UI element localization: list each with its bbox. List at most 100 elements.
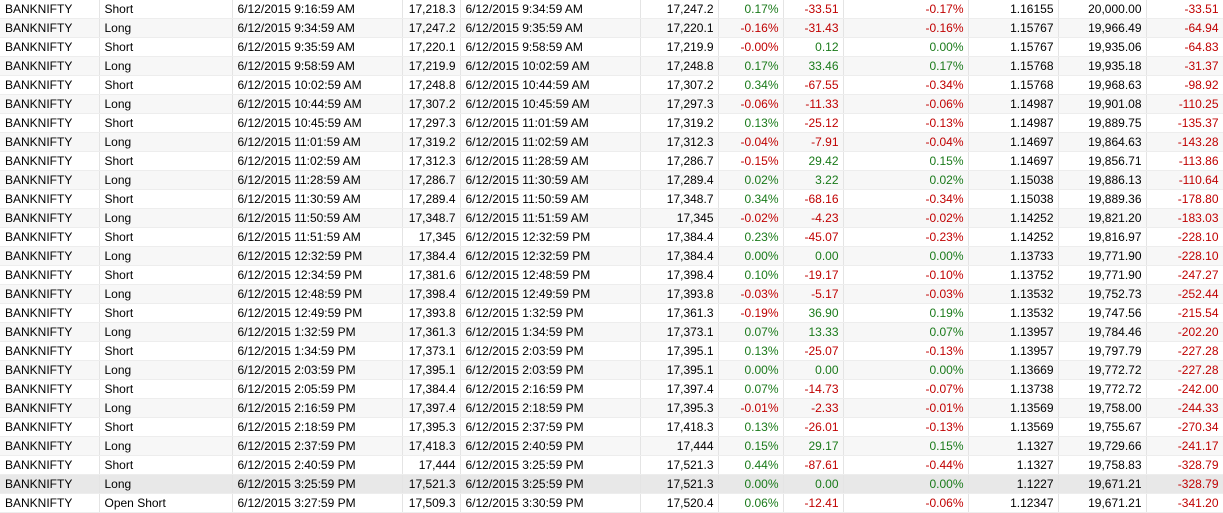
table-row[interactable]: BANKNIFTY Long 6/12/2015 11:01:59 AM 17,319… <box>0 132 1223 152</box>
quantity-cell: 1.15038 <box>968 170 1059 190</box>
quantity-cell: 1.14697 <box>968 132 1059 152</box>
entry-price-cell: 17,289.4 <box>402 189 461 209</box>
table-row[interactable]: BANKNIFTY Short 6/12/2015 9:35:59 AM 17,220… <box>0 37 1223 57</box>
table-row[interactable]: BANKNIFTY Long 6/12/2015 11:28:59 AM 17,286… <box>0 170 1223 190</box>
profit-cell: -5.17 <box>783 284 844 304</box>
exit-time-cell: 6/12/2015 11:01:59 AM <box>460 113 641 133</box>
cumulative-profit-cell: -328.79 <box>1146 474 1223 494</box>
entry-time-cell: 6/12/2015 11:02:59 AM <box>232 151 403 171</box>
change-percent-cell: -0.19% <box>718 303 784 323</box>
quantity-cell: 1.13532 <box>968 303 1059 323</box>
equity-cell: 19,889.75 <box>1058 113 1147 133</box>
table-row[interactable]: BANKNIFTY Long 6/12/2015 9:34:59 AM 17,247.… <box>0 18 1223 38</box>
instrument-cell: BANKNIFTY <box>0 37 100 57</box>
table-row[interactable]: BANKNIFTY Long 6/12/2015 3:25:59 PM 17,521.… <box>0 474 1223 494</box>
exit-price-cell: 17,220.1 <box>640 18 719 38</box>
change-percent-cell: 0.17% <box>718 56 784 76</box>
table-row[interactable]: BANKNIFTY Short 6/12/2015 11:30:59 AM 17,28… <box>0 189 1223 209</box>
entry-price-cell: 17,345 <box>402 227 461 247</box>
table-row[interactable]: BANKNIFTY Short 6/12/2015 1:34:59 PM 17,373… <box>0 341 1223 361</box>
profit-cell: -7.91 <box>783 132 844 152</box>
cumulative-profit-cell: -33.51 <box>1146 0 1223 19</box>
position-cell: Short <box>99 227 233 247</box>
cumulative-profit-cell: -64.94 <box>1146 18 1223 38</box>
profit-percent-cell: -0.04% <box>843 132 969 152</box>
change-percent-cell: -0.16% <box>718 18 784 38</box>
table-row[interactable]: BANKNIFTY Short 6/12/2015 11:02:59 AM 17,31… <box>0 151 1223 171</box>
quantity-cell: 1.15767 <box>968 18 1059 38</box>
cumulative-profit-cell: -227.28 <box>1146 341 1223 361</box>
entry-price-cell: 17,286.7 <box>402 170 461 190</box>
exit-price-cell: 17,345 <box>640 208 719 228</box>
profit-cell: -45.07 <box>783 227 844 247</box>
entry-time-cell: 6/12/2015 10:02:59 AM <box>232 75 403 95</box>
table-row[interactable]: BANKNIFTY Long 6/12/2015 12:32:59 PM 17,384… <box>0 246 1223 266</box>
position-cell: Short <box>99 151 233 171</box>
table-row[interactable]: BANKNIFTY Long 6/12/2015 2:03:59 PM 17,395.… <box>0 360 1223 380</box>
quantity-cell: 1.13532 <box>968 284 1059 304</box>
instrument-cell: BANKNIFTY <box>0 398 100 418</box>
position-cell: Short <box>99 189 233 209</box>
change-percent-cell: -0.15% <box>718 151 784 171</box>
table-row[interactable]: BANKNIFTY Long 6/12/2015 9:58:59 AM 17,219.… <box>0 56 1223 76</box>
quantity-cell: 1.13569 <box>968 417 1059 437</box>
exit-time-cell: 6/12/2015 9:35:59 AM <box>460 18 641 38</box>
table-row[interactable]: BANKNIFTY Short 6/12/2015 11:51:59 AM 17,34… <box>0 227 1223 247</box>
change-percent-cell: 0.00% <box>718 360 784 380</box>
quantity-cell: 1.14252 <box>968 208 1059 228</box>
entry-price-cell: 17,397.4 <box>402 398 461 418</box>
exit-time-cell: 6/12/2015 2:40:59 PM <box>460 436 641 456</box>
entry-price-cell: 17,219.9 <box>402 56 461 76</box>
position-cell: Long <box>99 436 233 456</box>
exit-time-cell: 6/12/2015 12:48:59 PM <box>460 265 641 285</box>
change-percent-cell: 0.02% <box>718 170 784 190</box>
table-row[interactable]: BANKNIFTY Long 6/12/2015 10:44:59 AM 17,307… <box>0 94 1223 114</box>
equity-cell: 19,889.36 <box>1058 189 1147 209</box>
table-row[interactable]: BANKNIFTY Short 6/12/2015 10:45:59 AM 17,29… <box>0 113 1223 133</box>
position-cell: Short <box>99 341 233 361</box>
instrument-cell: BANKNIFTY <box>0 341 100 361</box>
instrument-cell: BANKNIFTY <box>0 151 100 171</box>
table-row[interactable]: BANKNIFTY Short 6/12/2015 2:05:59 PM 17,384… <box>0 379 1223 399</box>
table-row[interactable]: BANKNIFTY Long 6/12/2015 2:16:59 PM 17,397.… <box>0 398 1223 418</box>
exit-price-cell: 17,286.7 <box>640 151 719 171</box>
table-row[interactable]: BANKNIFTY Short 6/12/2015 9:16:59 AM 17,218… <box>0 0 1223 19</box>
instrument-cell: BANKNIFTY <box>0 18 100 38</box>
entry-price-cell: 17,248.8 <box>402 75 461 95</box>
profit-percent-cell: -0.13% <box>843 341 969 361</box>
change-percent-cell: -0.00% <box>718 37 784 57</box>
entry-price-cell: 17,247.2 <box>402 18 461 38</box>
change-percent-cell: 0.44% <box>718 455 784 475</box>
position-cell: Long <box>99 398 233 418</box>
profit-cell: 13.33 <box>783 322 844 342</box>
profit-cell: 36.90 <box>783 303 844 323</box>
table-row[interactable]: BANKNIFTY Short 6/12/2015 12:49:59 PM 17,39… <box>0 303 1223 323</box>
entry-time-cell: 6/12/2015 12:49:59 PM <box>232 303 403 323</box>
instrument-cell: BANKNIFTY <box>0 474 100 494</box>
profit-cell: 0.00 <box>783 246 844 266</box>
position-cell: Long <box>99 170 233 190</box>
instrument-cell: BANKNIFTY <box>0 132 100 152</box>
profit-percent-cell: -0.03% <box>843 284 969 304</box>
cumulative-profit-cell: -31.37 <box>1146 56 1223 76</box>
quantity-cell: 1.13569 <box>968 398 1059 418</box>
cumulative-profit-cell: -202.20 <box>1146 322 1223 342</box>
profit-percent-cell: 0.15% <box>843 151 969 171</box>
table-row[interactable]: BANKNIFTY Short 6/12/2015 10:02:59 AM 17,24… <box>0 75 1223 95</box>
table-row[interactable]: BANKNIFTY Long 6/12/2015 2:37:59 PM 17,418.… <box>0 436 1223 456</box>
table-row[interactable]: BANKNIFTY Short 6/12/2015 2:18:59 PM 17,395… <box>0 417 1223 437</box>
entry-time-cell: 6/12/2015 2:03:59 PM <box>232 360 403 380</box>
table-row[interactable]: BANKNIFTY Long 6/12/2015 12:48:59 PM 17,398… <box>0 284 1223 304</box>
table-row[interactable]: BANKNIFTY Long 6/12/2015 11:50:59 AM 17,348… <box>0 208 1223 228</box>
cumulative-profit-cell: -98.92 <box>1146 75 1223 95</box>
table-row[interactable]: BANKNIFTY Long 6/12/2015 1:32:59 PM 17,361.… <box>0 322 1223 342</box>
exit-price-cell: 17,373.1 <box>640 322 719 342</box>
exit-time-cell: 6/12/2015 10:45:59 AM <box>460 94 641 114</box>
instrument-cell: BANKNIFTY <box>0 246 100 266</box>
entry-price-cell: 17,444 <box>402 455 461 475</box>
equity-cell: 19,966.49 <box>1058 18 1147 38</box>
table-row[interactable]: BANKNIFTY Short 6/12/2015 2:40:59 PM 17,444… <box>0 455 1223 475</box>
table-row[interactable]: BANKNIFTY Short 6/12/2015 12:34:59 PM 17,38… <box>0 265 1223 285</box>
entry-time-cell: 6/12/2015 2:37:59 PM <box>232 436 403 456</box>
equity-cell: 19,797.79 <box>1058 341 1147 361</box>
